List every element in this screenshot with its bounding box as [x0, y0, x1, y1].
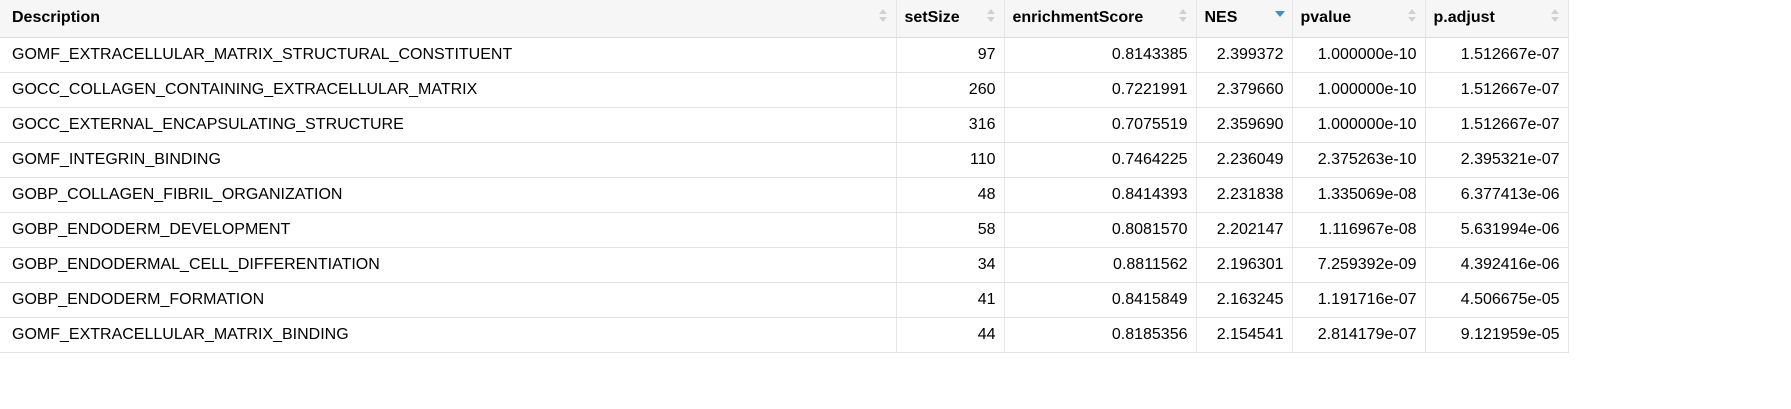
cell-padjust: 1.512667e-07	[1425, 107, 1569, 143]
table-row[interactable]: GOMF_INTEGRIN_BINDING 110 0.7464225 2.23…	[0, 142, 1569, 178]
cell-nes: 2.154541	[1196, 317, 1293, 353]
cell-setsize: 44	[896, 317, 1005, 353]
cell-padjust: 6.377413e-06	[1425, 177, 1569, 213]
column-header-label: Description	[12, 9, 101, 27]
cell-pvalue: 2.375263e-10	[1292, 142, 1426, 178]
cell-enrichmentscore: 0.8081570	[1004, 212, 1197, 248]
cell-padjust: 9.121959e-05	[1425, 317, 1569, 353]
table-body: GOMF_EXTRACELLULAR_MATRIX_STRUCTURAL_CON…	[0, 37, 1569, 353]
cell-nes: 2.202147	[1196, 212, 1293, 248]
column-header-pvalue[interactable]: pvalue	[1292, 0, 1426, 38]
cell-nes: 2.379660	[1196, 72, 1293, 108]
table-row[interactable]: GOCC_COLLAGEN_CONTAINING_EXTRACELLULAR_M…	[0, 72, 1569, 108]
cell-pvalue: 2.814179e-07	[1292, 317, 1426, 353]
cell-setsize: 48	[896, 177, 1005, 213]
column-header-description[interactable]: Description	[0, 0, 897, 38]
cell-setsize: 41	[896, 282, 1005, 318]
cell-padjust: 4.506675e-05	[1425, 282, 1569, 318]
column-header-label: NES	[1204, 9, 1238, 27]
cell-enrichmentscore: 0.8811562	[1004, 247, 1197, 283]
cell-padjust: 1.512667e-07	[1425, 37, 1569, 73]
cell-padjust: 1.512667e-07	[1425, 72, 1569, 108]
cell-nes: 2.231838	[1196, 177, 1293, 213]
table-row[interactable]: GOBP_ENDODERM_DEVELOPMENT 58 0.8081570 2…	[0, 212, 1569, 248]
data-table: Description setSize enrichmentScore NES …	[0, 0, 1569, 353]
cell-pvalue: 1.116967e-08	[1292, 212, 1426, 248]
cell-enrichmentscore: 0.7075519	[1004, 107, 1197, 143]
cell-description: GOBP_ENDODERM_DEVELOPMENT	[0, 212, 897, 248]
table-header: Description setSize enrichmentScore NES …	[0, 0, 1569, 38]
cell-setsize: 97	[896, 37, 1005, 73]
table-row[interactable]: GOBP_COLLAGEN_FIBRIL_ORGANIZATION 48 0.8…	[0, 177, 1569, 213]
sort-icon[interactable]	[1550, 8, 1560, 26]
table-row[interactable]: GOCC_EXTERNAL_ENCAPSULATING_STRUCTURE 31…	[0, 107, 1569, 143]
sort-icon[interactable]	[1407, 8, 1417, 26]
cell-setsize: 34	[896, 247, 1005, 283]
cell-enrichmentscore: 0.7464225	[1004, 142, 1197, 178]
cell-enrichmentscore: 0.8185356	[1004, 317, 1197, 353]
cell-pvalue: 7.259392e-09	[1292, 247, 1426, 283]
cell-nes: 2.196301	[1196, 247, 1293, 283]
cell-description: GOCC_COLLAGEN_CONTAINING_EXTRACELLULAR_M…	[0, 72, 897, 108]
cell-enrichmentscore: 0.8143385	[1004, 37, 1197, 73]
cell-enrichmentscore: 0.8414393	[1004, 177, 1197, 213]
header-row: Description setSize enrichmentScore NES …	[0, 0, 1569, 38]
cell-nes: 2.399372	[1196, 37, 1293, 73]
cell-pvalue: 1.000000e-10	[1292, 107, 1426, 143]
column-header-padjust[interactable]: p.adjust	[1425, 0, 1569, 38]
table-bottom-area	[0, 356, 1791, 409]
cell-description: GOBP_COLLAGEN_FIBRIL_ORGANIZATION	[0, 177, 897, 213]
sort-icon[interactable]	[986, 8, 996, 26]
cell-setsize: 260	[896, 72, 1005, 108]
cell-description: GOMF_EXTRACELLULAR_MATRIX_BINDING	[0, 317, 897, 353]
cell-description: GOMF_INTEGRIN_BINDING	[0, 142, 897, 178]
cell-description: GOMF_EXTRACELLULAR_MATRIX_STRUCTURAL_CON…	[0, 37, 897, 73]
cell-nes: 2.359690	[1196, 107, 1293, 143]
sort-icon[interactable]	[878, 8, 888, 26]
column-header-setsize[interactable]: setSize	[896, 0, 1005, 38]
table-row[interactable]: GOBP_ENDODERMAL_CELL_DIFFERENTIATION 34 …	[0, 247, 1569, 283]
cell-enrichmentscore: 0.8415849	[1004, 282, 1197, 318]
table-row[interactable]: GOMF_EXTRACELLULAR_MATRIX_STRUCTURAL_CON…	[0, 37, 1569, 73]
sort-icon[interactable]	[1178, 8, 1188, 26]
cell-pvalue: 1.335069e-08	[1292, 177, 1426, 213]
cell-description: GOBP_ENDODERMAL_CELL_DIFFERENTIATION	[0, 247, 897, 283]
column-header-label: setSize	[904, 9, 960, 27]
cell-setsize: 316	[896, 107, 1005, 143]
cell-setsize: 110	[896, 142, 1005, 178]
sort-descending-icon[interactable]	[1274, 11, 1285, 29]
cell-pvalue: 1.000000e-10	[1292, 72, 1426, 108]
column-header-nes[interactable]: NES	[1196, 0, 1293, 38]
table-row[interactable]: GOMF_EXTRACELLULAR_MATRIX_BINDING 44 0.8…	[0, 317, 1569, 353]
cell-description: GOBP_ENDODERM_FORMATION	[0, 282, 897, 318]
cell-padjust: 2.395321e-07	[1425, 142, 1569, 178]
column-header-label: pvalue	[1300, 9, 1352, 27]
cell-nes: 2.236049	[1196, 142, 1293, 178]
cell-padjust: 4.392416e-06	[1425, 247, 1569, 283]
cell-description: GOCC_EXTERNAL_ENCAPSULATING_STRUCTURE	[0, 107, 897, 143]
cell-setsize: 58	[896, 212, 1005, 248]
cell-pvalue: 1.000000e-10	[1292, 37, 1426, 73]
table-row[interactable]: GOBP_ENDODERM_FORMATION 41 0.8415849 2.1…	[0, 282, 1569, 318]
column-header-label: p.adjust	[1433, 9, 1495, 27]
cell-padjust: 5.631994e-06	[1425, 212, 1569, 248]
column-header-enrichmentscore[interactable]: enrichmentScore	[1004, 0, 1197, 38]
column-header-label: enrichmentScore	[1012, 9, 1144, 27]
cell-enrichmentscore: 0.7221991	[1004, 72, 1197, 108]
cell-nes: 2.163245	[1196, 282, 1293, 318]
cell-pvalue: 1.191716e-07	[1292, 282, 1426, 318]
